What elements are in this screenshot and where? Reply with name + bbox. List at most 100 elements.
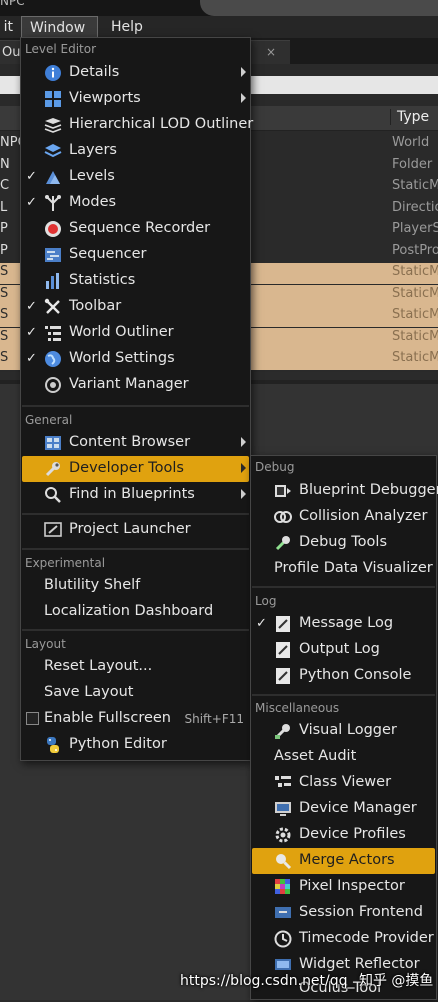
menu-item-pixel-inspector[interactable]: Pixel Inspector [252, 874, 435, 900]
menu-item-collision-analyzer[interactable]: Collision Analyzer [252, 504, 435, 530]
menu-item-content-browser[interactable]: Content Browser [22, 430, 249, 456]
menu-item-timecode-provider[interactable]: Timecode Provider [252, 926, 435, 952]
submenu-arrow-icon [241, 437, 246, 447]
collision-icon [274, 511, 292, 523]
menu-item-world-outliner[interactable]: ✓ World Outliner [22, 320, 249, 346]
menu-edit[interactable]: it [0, 16, 13, 38]
message-log-icon [276, 616, 290, 632]
row-label: N [0, 156, 10, 172]
submenu-arrow-icon [241, 463, 246, 473]
menu-item-output-log[interactable]: Output Log [252, 637, 435, 663]
menu-item-modes[interactable]: ✓ Modes [22, 190, 249, 216]
menu-item-label: Find in Blueprints [69, 486, 195, 502]
check-icon: ✓ [26, 351, 37, 366]
debug-tools-icon [275, 536, 290, 551]
menu-item-message-log[interactable]: ✓ Message Log [252, 611, 435, 637]
section-miscellaneous: Miscellaneous [255, 701, 340, 715]
class-viewer-icon [275, 776, 291, 787]
menu-item-viewports[interactable]: Viewports [22, 86, 249, 112]
menu-help[interactable]: Help [103, 16, 153, 38]
menu-item-label: Timecode Provider [299, 930, 434, 946]
row-type: PlayerS [392, 221, 438, 236]
row-type: PostPro [392, 242, 438, 258]
menu-item-details[interactable]: Details [22, 60, 249, 86]
menu-item-merge-actors[interactable]: Merge Actors [252, 848, 435, 874]
menu-item-device-profiles[interactable]: Device Profiles [252, 822, 435, 848]
menu-item-sequencer[interactable]: Sequencer [22, 242, 249, 268]
menu-item-toolbar[interactable]: ✓ Toolbar [22, 294, 249, 320]
row-type: Folder [392, 156, 433, 172]
menu-item-python-console[interactable]: Python Console [252, 663, 435, 689]
menu-item-label: Toolbar [69, 298, 122, 314]
menu-item-label: Modes [69, 194, 117, 210]
column-header-type[interactable]: Type [390, 109, 429, 125]
menu-item-levels[interactable]: ✓ Levels [22, 164, 249, 190]
menu-item-python-editor[interactable]: Python Editor [22, 732, 249, 758]
menu-item-find-in-blueprints[interactable]: Find in Blueprints [22, 482, 249, 508]
row-label: S [0, 350, 9, 365]
row-type: StaticM [392, 264, 438, 279]
menu-item-label: World Outliner [69, 324, 174, 340]
menu-item-hlod-outliner[interactable]: Hierarchical LOD Outliner [22, 112, 253, 138]
launcher-icon [44, 522, 62, 537]
row-type: StaticM [392, 178, 438, 193]
menu-item-debug-tools[interactable]: Debug Tools [252, 530, 435, 556]
levels-icon [46, 171, 60, 184]
stack-icon [44, 118, 62, 133]
section-layout: Layout [25, 637, 66, 651]
menu-item-label: Output Log [299, 641, 380, 657]
menu-item-localization-dashboard[interactable]: Localization Dashboard [22, 599, 249, 625]
variant-manager-icon [45, 377, 61, 393]
row-label: S [0, 264, 9, 279]
menu-item-label: Sequencer [69, 246, 147, 262]
menu-item-class-viewer[interactable]: Class Viewer [252, 770, 435, 796]
title-bar: NPC [0, 0, 438, 16]
row-type: StaticM [392, 285, 438, 301]
section-debug: Debug [255, 460, 295, 474]
bug-icon [275, 485, 291, 497]
row-label: L [0, 199, 8, 215]
menu-item-world-settings[interactable]: ✓ World Settings [22, 346, 249, 372]
menu-item-label: Blutility Shelf [44, 577, 141, 593]
close-icon[interactable]: × [266, 45, 276, 59]
developer-tools-icon [45, 462, 60, 477]
menu-item-variant-manager[interactable]: Variant Manager [22, 372, 249, 398]
menu-item-label: Variant Manager [69, 376, 189, 392]
menu-item-label: Python Console [299, 667, 412, 683]
menu-item-device-manager[interactable]: Device Manager [252, 796, 435, 822]
menu-separator [22, 405, 249, 407]
clock-icon [274, 930, 292, 948]
info-icon [45, 65, 61, 81]
menu-item-visual-logger[interactable]: Visual Logger [252, 718, 435, 744]
menu-item-label: World Settings [69, 350, 175, 366]
menu-item-save-layout[interactable]: Save Layout [22, 680, 249, 706]
menu-item-blueprint-debugger[interactable]: Blueprint Debugger [252, 478, 438, 504]
menu-item-label: Save Layout [44, 684, 134, 700]
menu-item-label: Device Manager [299, 800, 417, 816]
fullscreen-checkbox[interactable] [26, 712, 39, 725]
menu-item-label: Python Editor [69, 736, 167, 752]
row-type: Directio [392, 199, 438, 215]
menu-item-label: Details [69, 64, 120, 80]
section-level-editor: Level Editor [25, 42, 97, 56]
menu-item-enable-fullscreen[interactable]: Enable Fullscreen Shift+F11 [22, 706, 249, 732]
menu-item-blutility-shelf[interactable]: Blutility Shelf [22, 573, 249, 599]
section-log: Log [255, 594, 277, 608]
menu-item-label: Message Log [299, 615, 394, 631]
tools-icon [44, 298, 60, 314]
check-icon: ✓ [26, 169, 37, 184]
menu-item-layers[interactable]: Layers [22, 138, 249, 164]
menu-item-profile-data-visualizer[interactable]: Profile Data Visualizer [252, 556, 435, 582]
menu-item-sequence-recorder[interactable]: Sequence Recorder [22, 216, 249, 242]
menu-window[interactable]: Window [21, 16, 98, 38]
menu-item-session-frontend[interactable]: Session Frontend [252, 900, 435, 926]
menu-item-developer-tools[interactable]: Developer Tools [22, 456, 249, 482]
menu-item-reset-layout[interactable]: Reset Layout... [22, 654, 249, 680]
record-icon [45, 221, 61, 237]
menu-item-label: Content Browser [69, 434, 191, 450]
menu-item-statistics[interactable]: Statistics [22, 268, 249, 294]
menu-item-label: Reset Layout... [44, 658, 153, 674]
menu-item-label: Hierarchical LOD Outliner [69, 116, 254, 132]
menu-item-asset-audit[interactable]: Asset Audit [252, 744, 435, 770]
menu-item-project-launcher[interactable]: Project Launcher [22, 517, 249, 543]
